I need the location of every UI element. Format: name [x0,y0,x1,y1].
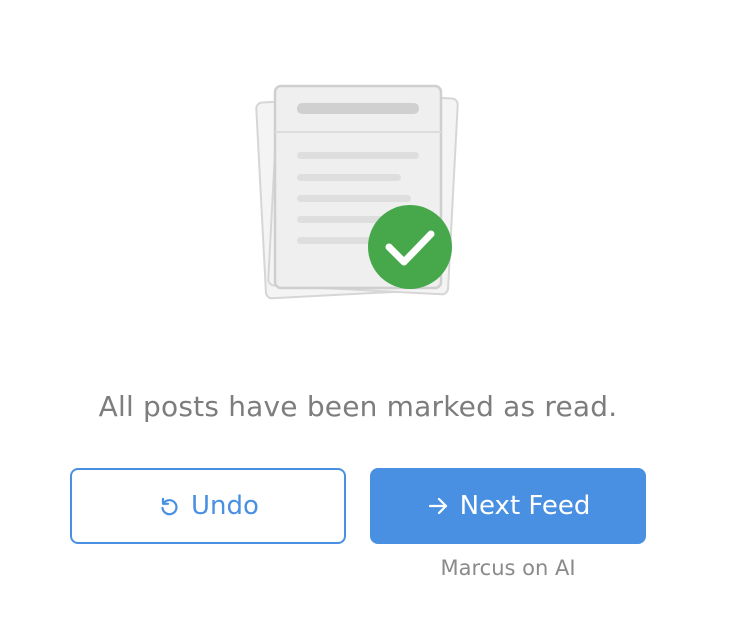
next-feed-name: Marcus on AI [440,556,576,580]
undo-label: Undo [191,491,259,521]
all-read-illustration [255,80,460,305]
arrow-right-icon [426,494,450,518]
checkmark-circle-icon [368,205,452,289]
next-feed-label: Next Feed [459,491,591,521]
undo-button[interactable]: Undo [70,468,346,544]
undo-icon [157,494,181,518]
next-feed-button[interactable]: Next Feed [370,468,646,544]
all-read-message: All posts have been marked as read. [98,390,618,423]
stacked-documents-icon [255,84,459,300]
